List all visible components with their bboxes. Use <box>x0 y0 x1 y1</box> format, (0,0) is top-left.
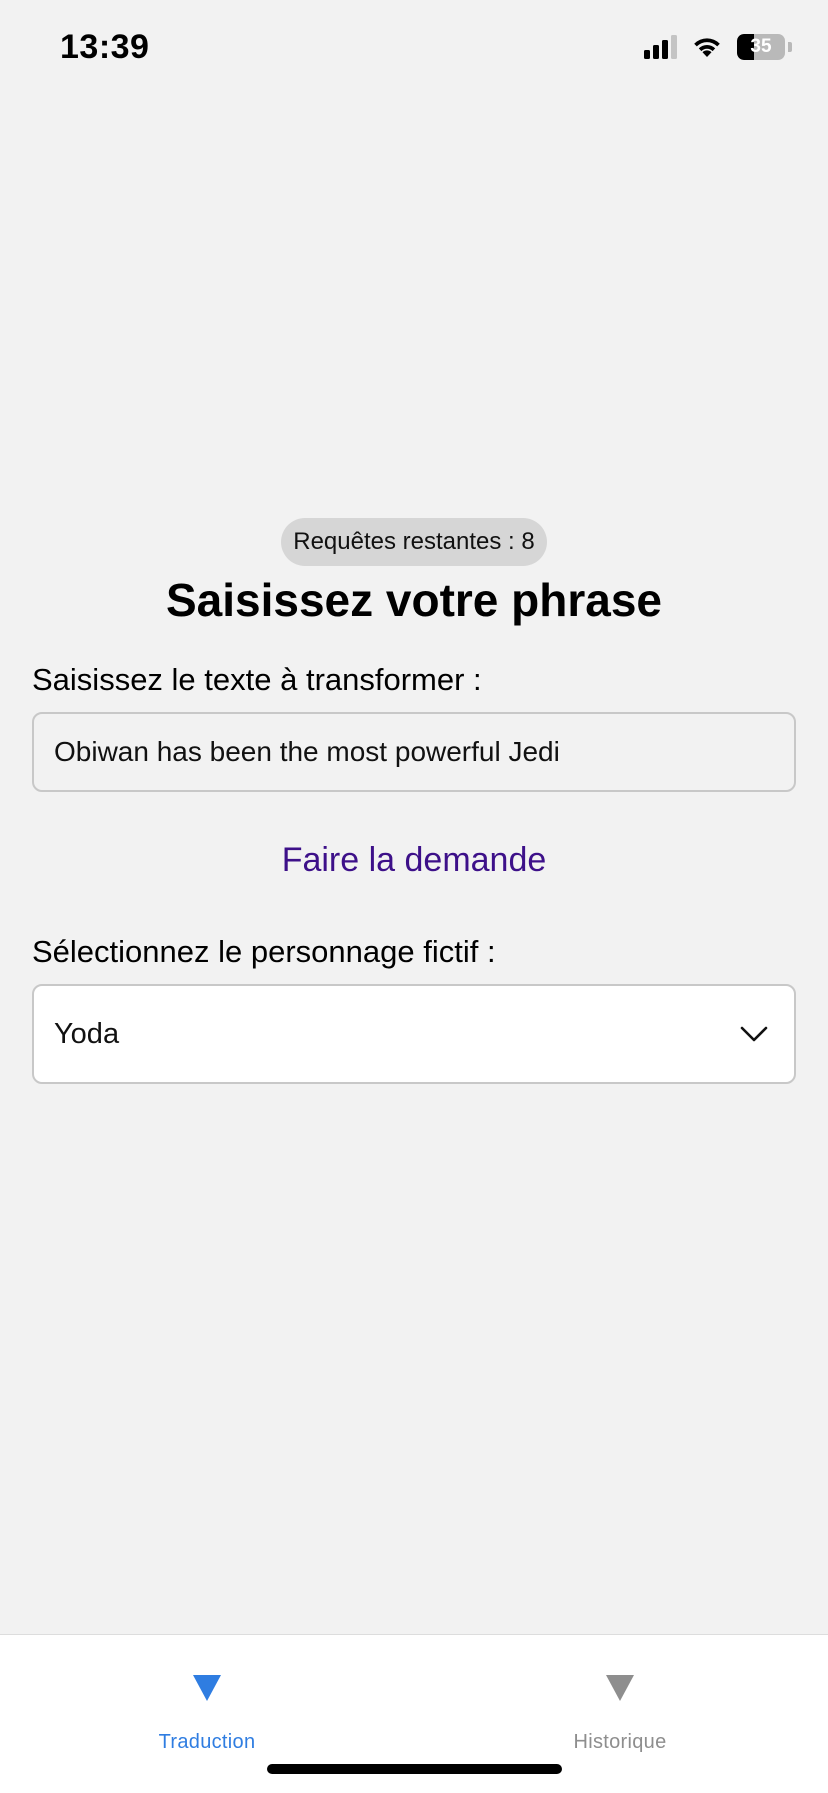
submit-request-button[interactable]: Faire la demande <box>282 838 547 882</box>
character-select[interactable]: Yoda <box>32 984 796 1084</box>
requests-remaining-badge: Requêtes restantes : 8 <box>281 518 547 566</box>
battery-icon: 35 <box>737 34 785 60</box>
text-input-label: Saisissez le texte à transformer : <box>32 662 482 697</box>
battery-tip <box>788 42 792 52</box>
badge-row: Requêtes restantes : 8 <box>32 518 796 566</box>
status-time: 13:39 <box>60 28 150 66</box>
wifi-icon <box>694 38 720 57</box>
triangle-down-icon <box>606 1675 634 1701</box>
signal-icon <box>644 35 677 59</box>
page-title: Saisissez votre phrase <box>165 574 663 626</box>
tab-traduction-label: Traduction <box>158 1731 256 1753</box>
home-indicator <box>267 1764 562 1774</box>
tab-traduction[interactable]: Traduction <box>107 1655 307 1754</box>
tab-historique-label: Historique <box>573 1731 667 1753</box>
chevron-down-icon <box>740 1026 768 1042</box>
tab-historique[interactable]: Historique <box>520 1655 720 1754</box>
status-bar: 13:39 35 <box>0 0 828 100</box>
character-select-label: Sélectionnez le personnage fictif : <box>32 934 496 969</box>
character-select-value: Yoda <box>54 1017 120 1050</box>
battery-level: 35 <box>750 36 772 57</box>
status-icons: 35 <box>644 34 792 60</box>
translation-form: Requêtes restantes : 8 Saisissez votre p… <box>32 518 796 1084</box>
phrase-input[interactable] <box>32 712 796 792</box>
triangle-down-icon <box>193 1675 221 1701</box>
